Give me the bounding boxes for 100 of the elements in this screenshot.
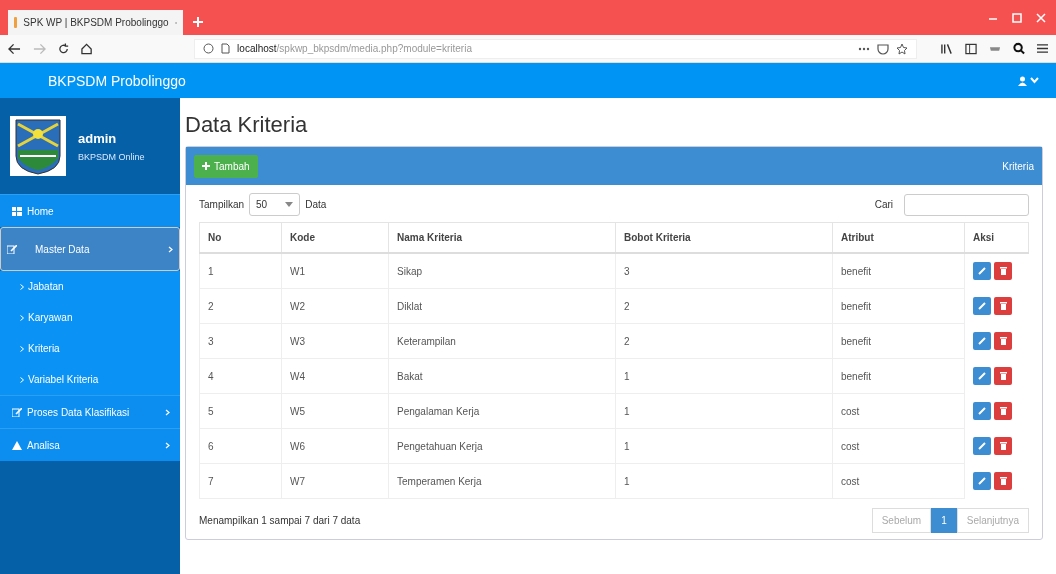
column-header[interactable]: Atribut [832, 222, 965, 253]
pencil-icon [978, 301, 986, 310]
edit-button[interactable] [973, 401, 991, 420]
edit-button[interactable] [973, 436, 991, 455]
column-header[interactable]: Nama Kriteria [388, 222, 616, 253]
edit-icon [12, 407, 22, 417]
column-header[interactable]: Aksi [964, 222, 1029, 253]
table-cell: 1 [199, 253, 282, 289]
sidebar-subitem[interactable]: Karyawan [0, 302, 180, 333]
reload-icon[interactable] [57, 42, 69, 55]
table-cell: Temperamen Kerja [388, 463, 616, 499]
search-icon[interactable] [1012, 42, 1025, 55]
delete-button[interactable] [994, 296, 1012, 315]
home-icon[interactable] [81, 42, 93, 55]
table-cell: Sikap [388, 253, 616, 289]
pencil-icon [978, 441, 986, 450]
add-button[interactable]: Tambah [194, 154, 258, 178]
table-cell: 4 [199, 358, 282, 394]
browser-tab[interactable]: SPK WP | BKPSDM Probolinggo [8, 10, 183, 35]
pagination-button[interactable]: 1 [931, 508, 957, 533]
table-cell: 2 [615, 288, 833, 324]
table-cell: benefit [832, 323, 965, 359]
column-header[interactable]: No [199, 222, 282, 253]
user-icon [1018, 75, 1027, 86]
table-cell: W3 [281, 323, 389, 359]
sidebar-subitem[interactable]: Kriteria [0, 333, 180, 364]
page-icon [14, 17, 18, 28]
column-header[interactable]: Kode [281, 222, 389, 253]
new-tab-icon[interactable] [193, 17, 203, 27]
edit-button[interactable] [973, 262, 991, 280]
table-info: Menampilkan 1 sampai 7 dari 7 data [199, 515, 361, 526]
search-field[interactable] [904, 193, 1029, 216]
more-icon[interactable] [857, 46, 870, 51]
trash-icon [999, 371, 1007, 380]
dropdown-arrow-icon [285, 202, 294, 207]
delete-button[interactable] [994, 366, 1012, 385]
trash-icon [999, 336, 1007, 345]
pencil-icon [978, 267, 986, 275]
table-cell: cost [832, 428, 965, 464]
pencil-icon [978, 476, 986, 485]
table-cell: 1 [615, 393, 833, 429]
table-cell: W6 [281, 428, 389, 464]
sidebar-subitem[interactable]: Variabel Kriteria [0, 364, 180, 395]
chevron-right-icon [165, 408, 170, 416]
menu-icon[interactable] [1036, 43, 1048, 54]
trash-icon [999, 476, 1007, 485]
delete-button[interactable] [994, 436, 1012, 455]
page-size-select[interactable]: 50 [249, 193, 301, 216]
edit-icon [7, 244, 17, 254]
edit-button[interactable] [973, 471, 991, 490]
table-cell: Bakat [388, 358, 616, 394]
sidebar-icon[interactable] [964, 42, 977, 55]
sidebar-item[interactable]: Home [0, 194, 180, 227]
page-icon [221, 43, 231, 54]
address-bar[interactable]: localhost/spkwp_bkpsdm/media.php?module=kriteria [194, 38, 917, 59]
trash-icon [999, 267, 1007, 275]
table-cell: Diklat [388, 288, 616, 324]
table-cell: 6 [199, 428, 282, 464]
show-label: Tampilkan [199, 199, 245, 210]
maximize-icon[interactable] [1012, 12, 1022, 23]
table-cell: 3 [615, 253, 833, 289]
table-cell: Pengetahuan Kerja [388, 428, 616, 464]
sidebar-item[interactable]: Proses Data Klasifikasi [0, 395, 180, 428]
sidebar-item[interactable]: Analisa [0, 428, 180, 461]
table-cell: 1 [615, 358, 833, 394]
plus-icon [202, 162, 210, 170]
table-cell: W2 [281, 288, 389, 324]
table-cell: Pengalaman Kerja [388, 393, 616, 429]
delete-button[interactable] [994, 262, 1012, 280]
app-brand[interactable]: BKPSDM Probolinggo [48, 72, 186, 89]
table-cell: benefit [832, 253, 965, 289]
edit-button[interactable] [973, 366, 991, 385]
info-icon [203, 43, 215, 54]
chevron-right-icon [165, 441, 170, 449]
table-cell: 2 [615, 323, 833, 359]
delete-button[interactable] [994, 471, 1012, 490]
chevron-right-icon [20, 345, 24, 352]
pocket-icon[interactable] [876, 42, 889, 55]
sidebar-item[interactable]: Master Data [0, 227, 180, 271]
table-cell: benefit [832, 288, 965, 324]
warning-icon [12, 440, 22, 450]
table-cell: benefit [832, 358, 965, 394]
table-cell: 2 [199, 288, 282, 324]
table-cell: W4 [281, 358, 389, 394]
user-name: admin [78, 130, 118, 146]
chevron-right-icon [20, 314, 24, 321]
search-label: Cari [874, 199, 893, 210]
delete-button[interactable] [994, 331, 1012, 350]
pencil-icon [978, 406, 986, 415]
pencil-icon [978, 371, 986, 380]
sidebar-subitem[interactable]: Jabatan [0, 271, 180, 302]
back-icon[interactable] [8, 42, 21, 55]
delete-button[interactable] [994, 401, 1012, 420]
library-icon[interactable] [940, 42, 953, 55]
breadcrumb-link[interactable]: Kriteria [1002, 160, 1034, 172]
star-icon[interactable] [895, 42, 908, 55]
edit-button[interactable] [973, 331, 991, 350]
edit-button[interactable] [973, 296, 991, 315]
column-header[interactable]: Bobot Kriteria [615, 222, 833, 253]
table-cell: cost [832, 393, 965, 429]
